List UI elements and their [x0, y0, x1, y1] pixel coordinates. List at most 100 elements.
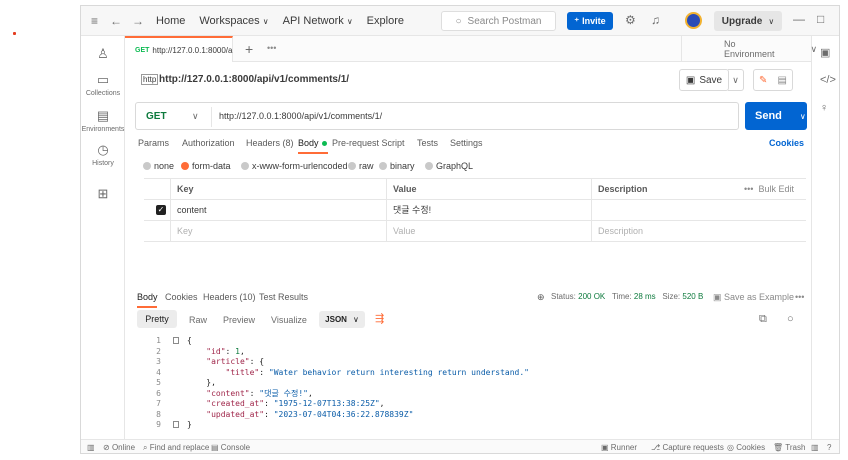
nav-workspaces-label: Workspaces — [199, 14, 260, 27]
checkbox-checked-icon[interactable]: ✓ — [156, 205, 166, 215]
save-as-example-button[interactable]: ▣ Save as Example — [713, 292, 794, 303]
find-replace-label: Find and replace — [149, 443, 210, 452]
search-icon[interactable]: ○ — [787, 313, 794, 325]
response-body-code[interactable]: 1 {2 "id": 1, 3 "article": {4 "title": "Wa… — [135, 332, 811, 432]
gear-icon[interactable]: ⚙ — [625, 13, 636, 27]
maximize-icon[interactable]: □ — [817, 12, 824, 26]
wrap-lines-icon[interactable]: ⇶ — [375, 312, 384, 325]
postman-window: ≡ ← → Home Workspaces ∨ API Network ∨ Ex… — [80, 5, 840, 454]
language-select[interactable]: JSON ∨ — [319, 311, 365, 328]
row-description[interactable] — [591, 200, 806, 221]
tab-settings[interactable]: Settings — [450, 138, 483, 148]
runner-button[interactable]: ▣ Runner — [601, 443, 637, 452]
sidebar-item-environments[interactable]: ▤ Environments — [81, 108, 125, 133]
invite-button[interactable]: ⁺ Invite — [567, 12, 613, 30]
sidebar-item-label: Collections — [85, 90, 121, 97]
code-line: }, — [187, 378, 216, 387]
tab-body[interactable]: Body — [298, 138, 327, 148]
fold-icon[interactable] — [173, 337, 179, 344]
nav-workspaces[interactable]: Workspaces ∨ — [199, 15, 268, 27]
url-input[interactable]: http://127.0.0.1:8000/api/v1/comments/1/ — [219, 111, 382, 121]
format-preview[interactable]: Preview — [223, 315, 255, 325]
send-button[interactable]: Send ∨ — [745, 102, 807, 130]
console-button[interactable]: ▤ Console — [211, 443, 250, 452]
tab-response-body[interactable]: Body — [137, 292, 158, 302]
sidebar-item-account[interactable]: ♙ — [81, 46, 125, 62]
search-input[interactable]: ○ Search Postman — [441, 11, 556, 31]
upgrade-button[interactable]: Upgrade ∨ — [714, 11, 782, 31]
radio-graphql[interactable]: GraphQL — [425, 161, 473, 171]
hamburger-icon[interactable]: ≡ — [91, 14, 98, 28]
chevron-down-icon: ∨ — [799, 111, 806, 121]
cookies-link[interactable]: Cookies — [769, 138, 804, 148]
sidebar-item-history[interactable]: ◷ History — [81, 142, 125, 167]
chevron-down-icon[interactable]: ∨ — [192, 111, 199, 122]
minimize-icon[interactable]: — — [793, 12, 805, 26]
online-status[interactable]: ⊘ Online — [103, 443, 135, 452]
divider — [211, 107, 212, 127]
avatar[interactable] — [685, 12, 702, 29]
pencil-icon: ✎ — [759, 74, 768, 86]
table-row: ✓ content 댓글 수정! — [144, 200, 806, 221]
cookies-button[interactable]: ◎ Cookies — [727, 443, 765, 452]
tab-pre-request-script[interactable]: Pre-request Script — [332, 138, 405, 148]
nav-home[interactable]: Home — [156, 15, 185, 27]
layout-icon[interactable]: ▥ — [811, 443, 819, 452]
lightbulb-icon[interactable]: ♀ — [820, 102, 828, 114]
format-visualize[interactable]: Visualize — [271, 315, 307, 325]
nav-explore[interactable]: Explore — [367, 15, 404, 27]
sidebar-item-label: Environments — [81, 126, 125, 133]
nav-api-network[interactable]: API Network ∨ — [283, 15, 353, 27]
search-icon: ○ — [455, 15, 462, 27]
copy-icon[interactable]: ⧉ — [759, 313, 767, 326]
find-replace-button[interactable]: ⌕ Find and replace — [143, 443, 209, 453]
environment-select[interactable]: No Environment ∨ — [681, 36, 817, 62]
environment-quick-look-icon[interactable]: ▣ — [820, 46, 830, 59]
user-icon: ♙ — [97, 46, 109, 61]
size-label: Size: — [662, 292, 681, 301]
bell-icon[interactable]: ♫ — [651, 13, 660, 27]
format-raw[interactable]: Raw — [189, 315, 207, 325]
request-title[interactable]: http://127.0.0.1:8000/api/v1/comments/1/ — [159, 74, 349, 85]
arrow-right-icon[interactable]: → — [132, 14, 144, 28]
trash-icon: ▭ — [96, 72, 110, 87]
radio-form-data[interactable]: form-data — [181, 161, 231, 171]
more-tabs-icon[interactable]: ••• — [267, 43, 276, 53]
edit-toggle[interactable]: ✎ ▤ — [753, 69, 793, 91]
radio-none[interactable]: none — [143, 161, 174, 171]
description-placeholder[interactable]: Description — [591, 221, 806, 242]
tab-authorization[interactable]: Authorization — [182, 138, 235, 148]
radio-raw[interactable]: raw — [348, 161, 374, 171]
fold-icon[interactable] — [173, 421, 179, 428]
help-icon[interactable]: ? — [827, 443, 831, 452]
tab-params[interactable]: Params — [138, 138, 169, 148]
key-placeholder[interactable]: Key — [170, 221, 386, 242]
trash-button[interactable]: 🗑 Trash — [773, 443, 805, 452]
row-key[interactable]: content — [170, 200, 386, 221]
method-select[interactable]: GET — [146, 111, 167, 122]
radio-x-www-form-urlencoded[interactable]: x-www-form-urlencoded — [241, 161, 348, 171]
tab-request[interactable]: GET http://127.0.0.1:8000/a — [125, 36, 233, 62]
bulk-edit-button[interactable]: ••• Bulk Edit — [744, 179, 794, 200]
format-pretty[interactable]: Pretty — [137, 310, 177, 328]
save-dropdown-button[interactable]: ∨ — [728, 69, 744, 91]
chevron-down-icon: ∨ — [768, 16, 775, 26]
sidebar-item-configure[interactable]: ⊞ — [81, 186, 125, 202]
sidebar-item-collections[interactable]: ▭ Collections — [81, 72, 125, 97]
add-tab-icon[interactable]: + — [245, 41, 253, 57]
save-button[interactable]: ▣ Save — [679, 69, 729, 91]
tab-test-results[interactable]: Test Results — [259, 292, 308, 302]
code-icon[interactable]: </> — [820, 74, 836, 86]
radio-binary[interactable]: binary — [379, 161, 415, 171]
tab-response-headers[interactable]: Headers (10) — [203, 292, 256, 302]
sidebar-toggle-icon[interactable]: ▥ — [87, 443, 95, 452]
row-value[interactable]: 댓글 수정! — [386, 200, 591, 221]
arrow-left-icon[interactable]: ← — [110, 14, 122, 28]
tab-response-cookies[interactable]: Cookies — [165, 292, 198, 302]
tab-tests[interactable]: Tests — [417, 138, 438, 148]
radio-label: binary — [390, 161, 415, 171]
tab-headers[interactable]: Headers (8) — [246, 138, 294, 148]
more-icon[interactable]: ••• — [795, 292, 804, 302]
capture-requests-button[interactable]: ⎇ Capture requests — [651, 443, 724, 452]
value-placeholder[interactable]: Value — [386, 221, 591, 242]
